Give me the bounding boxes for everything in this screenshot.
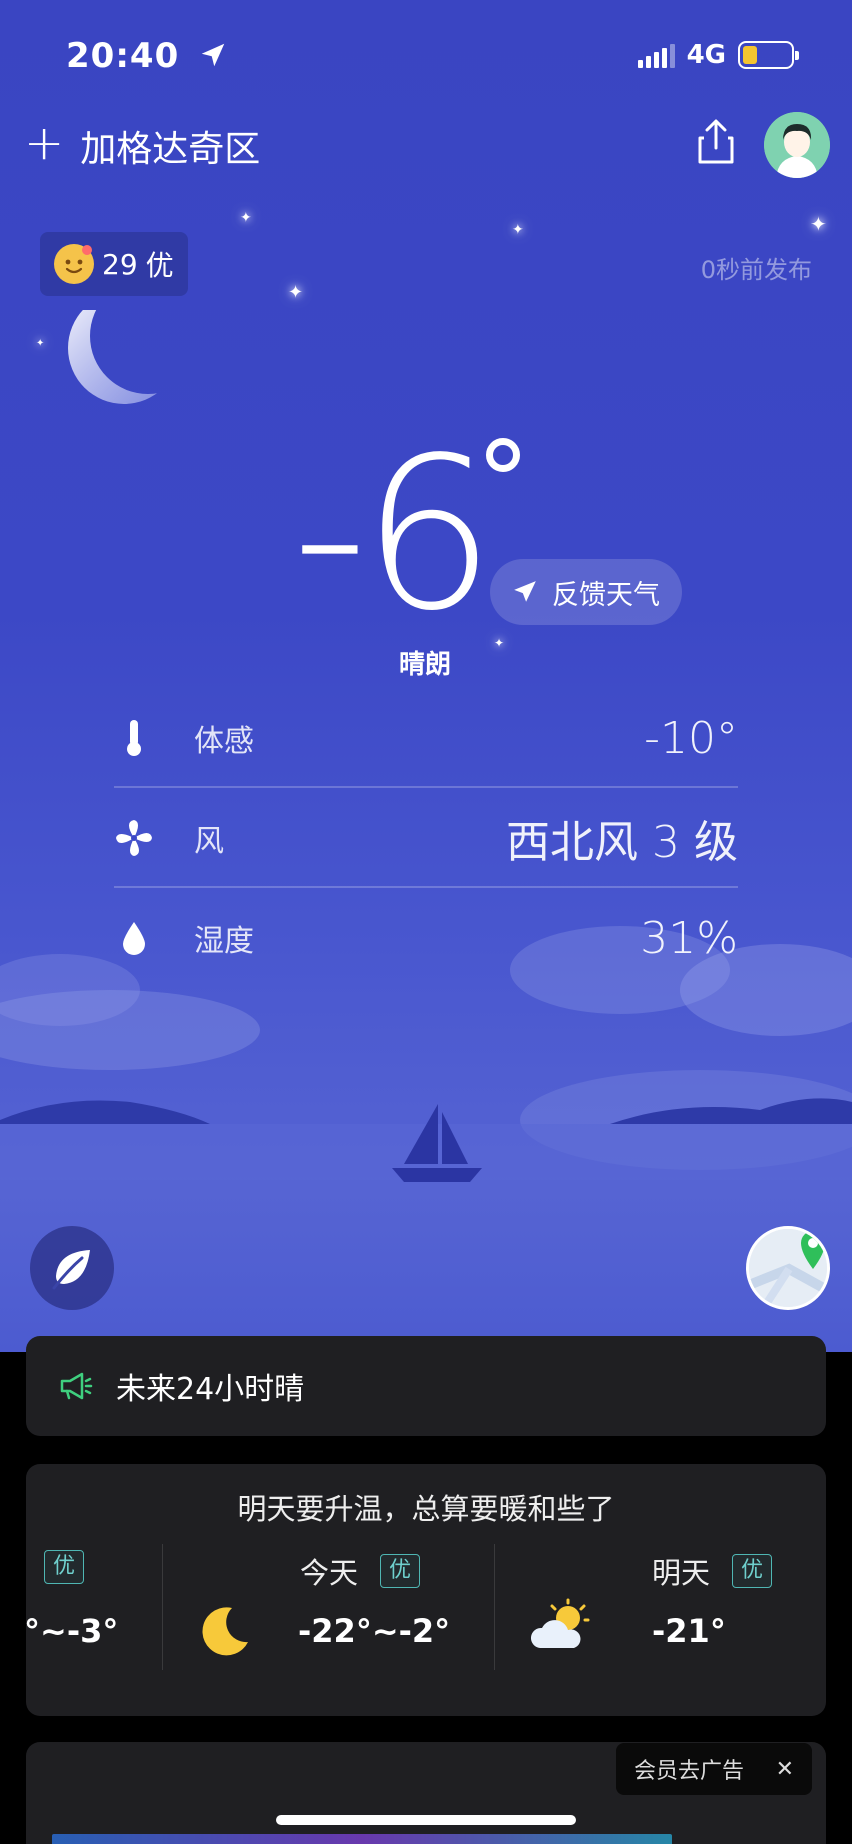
divider <box>494 1544 495 1670</box>
degree-symbol <box>486 438 520 472</box>
battery-icon <box>738 41 799 69</box>
forecast-day-label: 明天 <box>652 1556 711 1590</box>
detail-row-feels-like: 体感 -10° <box>114 688 738 788</box>
detail-label: 湿度 <box>194 924 254 959</box>
detail-value: 西北风 3 级 <box>506 817 738 868</box>
location-arrow-icon <box>201 43 225 67</box>
detail-label: 风 <box>194 824 224 859</box>
network-type: 4G <box>686 40 726 70</box>
aqi-level: 优 <box>145 249 174 282</box>
moon-decoration <box>68 310 180 404</box>
aqi-level-badge: 优 <box>732 1554 773 1588</box>
share-icon[interactable] <box>690 116 742 168</box>
detail-label: 体感 <box>194 724 254 759</box>
feedback-weather-button[interactable]: 反馈天气 <box>490 559 682 625</box>
signal-icon <box>637 42 675 68</box>
status-indicators: 4G <box>637 40 799 70</box>
forecast-day-previous[interactable]: 优 °~-3° <box>26 1550 146 1680</box>
home-indicator[interactable] <box>276 1815 576 1825</box>
close-icon[interactable]: ✕ <box>776 1757 794 1782</box>
star-decoration: ✦ <box>512 222 524 238</box>
detail-row-humidity: 湿度 31% <box>114 888 738 988</box>
add-city-icon[interactable]: + <box>24 119 64 167</box>
forecast-day-label: 今天 <box>300 1556 359 1590</box>
droplet-icon <box>123 922 145 955</box>
remove-ads-button[interactable]: 会员去广告 ✕ <box>616 1743 812 1795</box>
megaphone-icon <box>60 1372 93 1400</box>
forecast-temp-range: °~-3° <box>26 1612 119 1650</box>
aqi-level-badge: 优 <box>380 1554 421 1588</box>
star-decoration: ✦ <box>240 210 252 226</box>
forecast-card[interactable]: 明天要升温，总算要暖和些了 优 °~-3° 今天 优 -22°~-2° 明天 优… <box>26 1464 826 1716</box>
forecast-day-today[interactable]: 今天 优 -22°~-2° <box>172 1550 450 1680</box>
aqi-badge[interactable]: 29 优 <box>40 232 188 296</box>
alert-text: 未来24小时晴 <box>116 1372 305 1407</box>
avatar[interactable] <box>764 112 830 178</box>
detail-value: -10° <box>644 712 738 764</box>
weather-condition: 晴朗 <box>398 650 451 680</box>
ad-banner-image <box>52 1834 672 1844</box>
divider <box>162 1544 163 1670</box>
forecast-temp-range: -21° <box>652 1612 726 1650</box>
sailboat-decoration <box>392 1104 482 1182</box>
partly-cloudy-icon <box>530 1598 590 1648</box>
current-temperature: -6 <box>292 412 495 657</box>
thermometer-icon <box>127 720 141 756</box>
publish-time: 0秒前发布 <box>700 256 812 284</box>
status-time: 20:40 <box>66 36 228 76</box>
star-decoration: ✦ <box>810 212 827 236</box>
user-avatar-icon <box>764 112 830 178</box>
detail-value: 31% <box>640 912 738 964</box>
fan-icon <box>116 820 152 856</box>
leaf-button[interactable] <box>30 1226 114 1310</box>
leaf-icon <box>52 1250 90 1290</box>
aqi-face-icon <box>54 244 94 284</box>
location-header[interactable]: + 加格达奇区 <box>24 119 261 172</box>
forecast-title: 明天要升温，总算要暖和些了 <box>237 1492 615 1526</box>
remove-ads-label: 会员去广告 <box>634 1759 745 1784</box>
weather-alert-card[interactable]: 未来24小时晴 <box>26 1336 826 1436</box>
star-decoration: ✦ <box>288 282 304 303</box>
forecast-temp-range: -22°~-2° <box>298 1612 451 1650</box>
location-name: 加格达奇区 <box>80 129 261 170</box>
star-decoration: ✦ <box>494 636 505 650</box>
aqi-level-badge: 优 <box>44 1550 85 1584</box>
forecast-day-tomorrow[interactable]: 明天 优 -21° <box>504 1550 814 1680</box>
star-decoration: ✦ <box>36 338 45 349</box>
aqi-value: 29 <box>102 247 138 281</box>
map-pin-icon <box>749 1229 827 1307</box>
detail-row-wind: 风 西北风 3 级 <box>114 788 738 888</box>
send-icon <box>514 581 536 602</box>
moon-icon <box>202 1607 248 1656</box>
map-button[interactable] <box>746 1226 830 1310</box>
feedback-label: 反馈天气 <box>552 579 660 611</box>
